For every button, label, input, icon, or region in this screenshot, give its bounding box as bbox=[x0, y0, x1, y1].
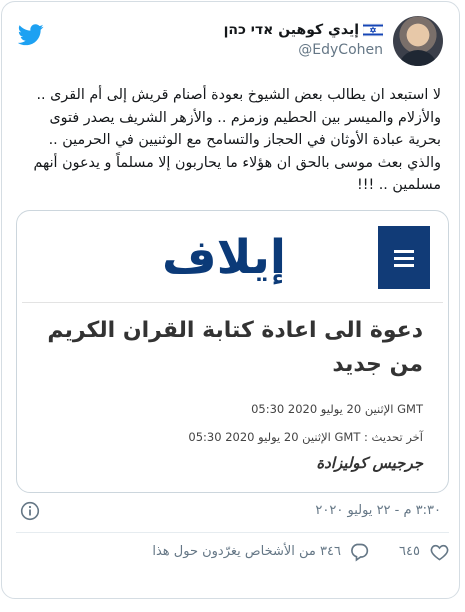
article-published-date: GMT الإثنين 20 يوليو 2020 05:30 bbox=[251, 402, 423, 416]
heart-icon[interactable] bbox=[430, 543, 449, 561]
like-count[interactable]: ٦٤٥ bbox=[399, 544, 420, 559]
avatar[interactable] bbox=[393, 16, 443, 66]
article-headline: دعوة الى اعادة كتابة القران الكريم من جد… bbox=[47, 318, 423, 377]
hamburger-menu-icon bbox=[378, 226, 430, 289]
israel-flag-icon bbox=[363, 23, 383, 37]
tweet-media-image[interactable]: إيلاف دعوة الى اعادة كتابة القران الكريم… bbox=[16, 210, 449, 493]
tweet-text: لا استبعد ان يطالب بعض الشيوخ بعودة أصنا… bbox=[33, 87, 441, 193]
tweet-card: إيدي كوهين אדי כהן @EdyCohen لا استبعد ا… bbox=[1, 1, 460, 599]
article-screenshot: إيلاف دعوة الى اعادة كتابة القران الكريم… bbox=[22, 216, 443, 486]
author-name-text: إيدي كوهين אדי כהן bbox=[223, 22, 359, 38]
author-display-name[interactable]: إيدي كوهين אדי כהן bbox=[224, 22, 383, 38]
tweet-author[interactable]: إيدي كوهين אדי כהן @EdyCohen bbox=[143, 16, 443, 70]
tweet-actions: ٦٤٥ ٣٤٦ من الأشخاص يغرّدون حول هذا bbox=[2, 542, 461, 566]
article-byline: جرجيس كوليزادة bbox=[316, 454, 423, 472]
elaph-logo: إيلاف bbox=[162, 230, 287, 285]
tweet-timestamp[interactable]: ٣:٣٠ م - ٢٢ يوليو ٢٠٢٠ bbox=[315, 503, 441, 518]
author-handle[interactable]: @EdyCohen bbox=[298, 42, 383, 58]
info-icon[interactable] bbox=[20, 501, 40, 521]
divider bbox=[16, 532, 449, 533]
header-divider bbox=[22, 302, 443, 303]
reply-icon[interactable] bbox=[349, 542, 369, 562]
twitter-bird-icon[interactable] bbox=[18, 24, 44, 46]
replies-link[interactable]: ٣٤٦ من الأشخاص يغرّدون حول هذا bbox=[152, 544, 341, 559]
article-updated-date: آخر تحديث : GMT الإثنين 20 يوليو 2020 05… bbox=[188, 430, 423, 444]
